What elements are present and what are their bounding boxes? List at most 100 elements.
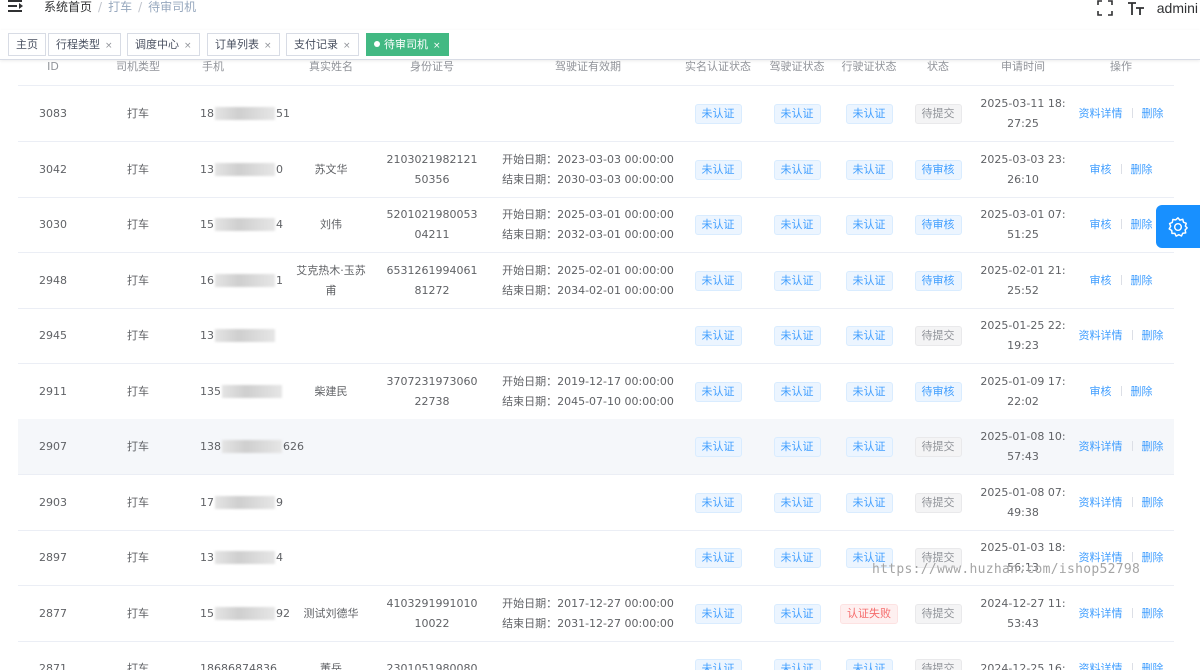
fullscreen-icon[interactable] <box>1096 0 1115 16</box>
phone-suffix: 1 <box>276 273 283 287</box>
details-button[interactable]: 资料详情 <box>1079 329 1123 342</box>
column-header-apply-time[interactable]: 申请时间 <box>988 60 1058 74</box>
realname-status-badge: 未认证 <box>694 658 742 670</box>
table-row[interactable]: 2948 打车 16 1 艾克热木·玉苏甫 6531261994061 81272 开始日期：… <box>18 253 1174 309</box>
driver-type: 打车 <box>127 273 149 287</box>
tag-trip-type[interactable]: 行程类型 × <box>48 33 121 56</box>
cell-id-card: 2301051980080 <box>384 641 480 670</box>
action-divider <box>1131 329 1133 340</box>
cell-real-name: 刘伟 <box>296 197 366 252</box>
table-row[interactable]: 2903 打车 17 9 未认证 未认证 未认证 待提交 2025-01-08 07: 49:38… <box>18 475 1174 531</box>
realname-status-badge: 未认证 <box>694 492 742 513</box>
font-size-icon[interactable] <box>1127 0 1145 16</box>
table-row[interactable]: 2945 打车 13 未认证 未认证 未认证 待提交 2025-01-25 22: 19:23 资… <box>18 308 1174 364</box>
table-row[interactable]: 3083 打车 18 51 未认证 未认证 未认证 待提交 2025-03-11 18: 27:2… <box>18 86 1174 142</box>
table-row[interactable]: 2911 打车 135 柴建民 3707231973060 22738 开始日期：2019-… <box>18 364 1174 420</box>
delete-button[interactable]: 删除 <box>1142 662 1164 670</box>
delete-button[interactable]: 删除 <box>1142 551 1164 564</box>
phone-prefix: 13 <box>200 328 214 342</box>
cell-status: 待审核 <box>909 253 967 308</box>
settings-button[interactable] <box>1156 205 1200 248</box>
delete-button[interactable]: 删除 <box>1131 218 1153 231</box>
close-icon[interactable]: × <box>433 41 441 51</box>
close-icon[interactable]: × <box>343 41 351 51</box>
tag-pending-drivers[interactable]: 待审司机 × <box>366 33 449 56</box>
delete-button[interactable]: 删除 <box>1142 440 1164 453</box>
column-header-id[interactable]: ID <box>18 60 88 74</box>
column-header-license-validity[interactable]: 驾驶证有效期 <box>528 60 648 74</box>
details-button[interactable]: 资料详情 <box>1079 496 1123 509</box>
driver-id: 2871 <box>39 661 67 670</box>
action-divider <box>1131 107 1133 118</box>
delete-button[interactable]: 删除 <box>1142 496 1164 509</box>
tag-dispatch-center[interactable]: 调度中心 × <box>127 33 200 56</box>
cell-driving-license-status: 未认证 <box>766 475 828 530</box>
driver-type: 打车 <box>127 550 149 564</box>
cell-phone: 16 1 <box>200 253 310 308</box>
driving-license-status-badge: 未认证 <box>773 381 821 402</box>
cell-id-card: 2103021982121 50356 <box>384 142 480 197</box>
close-icon[interactable]: × <box>184 41 192 51</box>
details-button[interactable]: 资料详情 <box>1079 607 1123 620</box>
driver-type: 打车 <box>127 439 149 453</box>
driver-type: 打车 <box>127 328 149 342</box>
cell-driver-type: 打车 <box>100 586 176 641</box>
table-row[interactable]: 2877 打车 15 92 测试刘德华 4103291991010 10022 开始日期：20… <box>18 586 1174 642</box>
table-row[interactable]: 2897 打车 13 4 未认证 未认证 未认证 待提交 2025-01-03 18: 56:13… <box>18 530 1174 586</box>
table-row[interactable]: 2871 打车 18686874836 董岳 2301051980080 未认证 未认证 未认… <box>18 641 1174 670</box>
table-row[interactable]: 3030 打车 15 4 刘伟 5201021980053 04211 开始日期：2025-0… <box>18 197 1174 253</box>
column-header-realname-status[interactable]: 实名认证状态 <box>681 60 755 74</box>
license-end-date: 结束日期：2031-12-27 00:00:00 <box>502 616 674 630</box>
license-end-date: 结束日期：2030-03-03 00:00:00 <box>502 172 674 186</box>
cell-driver-type: 打车 <box>100 86 176 141</box>
cell-license-validity <box>492 419 684 474</box>
delete-button[interactable]: 删除 <box>1142 107 1164 120</box>
tag-payment-records[interactable]: 支付记录 × <box>286 33 359 56</box>
column-header-driver-type[interactable]: 司机类型 <box>100 60 176 74</box>
cell-realname-status: 未认证 <box>681 530 755 585</box>
real-name: 艾克热木·玉苏甫 <box>296 263 366 297</box>
column-header-vehicle-license-status[interactable]: 行驶证状态 <box>838 60 900 74</box>
driver-type: 打车 <box>127 661 149 670</box>
phone-mask <box>215 218 275 231</box>
tag-label: 订单列表 <box>215 38 259 51</box>
cell-license-validity <box>492 86 684 141</box>
review-button[interactable]: 审核 <box>1090 385 1112 398</box>
delete-button[interactable]: 删除 <box>1142 329 1164 342</box>
breadcrumb-home[interactable]: 系统首页 <box>44 0 92 14</box>
details-button[interactable]: 资料详情 <box>1079 440 1123 453</box>
apply-time-clock: 51:25 <box>1007 227 1039 241</box>
column-header-status[interactable]: 状态 <box>913 60 963 74</box>
action-divider <box>1131 662 1133 670</box>
close-icon[interactable]: × <box>264 41 272 51</box>
review-button[interactable]: 审核 <box>1090 218 1112 231</box>
delete-button[interactable]: 删除 <box>1131 274 1153 287</box>
driving-license-status-badge: 未认证 <box>773 159 821 180</box>
column-header-phone[interactable]: 手机 <box>178 60 248 74</box>
cell-id: 3083 <box>18 86 88 141</box>
phone-mask <box>215 607 275 620</box>
delete-button[interactable]: 删除 <box>1142 607 1164 620</box>
close-icon[interactable]: × <box>105 41 113 51</box>
tag-order-list[interactable]: 订单列表 × <box>207 33 280 56</box>
details-button[interactable]: 资料详情 <box>1079 662 1123 670</box>
hamburger-icon[interactable] <box>8 0 24 16</box>
details-button[interactable]: 资料详情 <box>1079 107 1123 120</box>
cell-vehicle-license-status: 认证失败 <box>838 586 900 641</box>
user-name[interactable]: admini <box>1157 0 1198 16</box>
column-header-real-name[interactable]: 真实姓名 <box>296 60 366 74</box>
review-button[interactable]: 审核 <box>1090 274 1112 287</box>
tag-home[interactable]: 主页 <box>8 33 46 56</box>
column-header-driving-license-status[interactable]: 驾驶证状态 <box>766 60 828 74</box>
cell-status: 待审核 <box>909 364 967 419</box>
review-button[interactable]: 审核 <box>1090 163 1112 176</box>
delete-button[interactable]: 删除 <box>1131 385 1153 398</box>
column-header-id-card[interactable]: 身份证号 <box>390 60 474 74</box>
delete-button[interactable]: 删除 <box>1131 163 1153 176</box>
row-actions: 审核 删除 <box>1090 271 1153 291</box>
phone-prefix: 15 <box>200 217 214 231</box>
phone-prefix: 16 <box>200 273 214 287</box>
cell-id: 3030 <box>18 197 88 252</box>
table-row[interactable]: 3042 打车 13 0 苏文华 2103021982121 50356 开始日期：2023-… <box>18 142 1174 198</box>
table-row[interactable]: 2907 打车 138 626 未认证 未认证 未认证 待提交 2025-01-08 10: 57… <box>18 419 1174 475</box>
